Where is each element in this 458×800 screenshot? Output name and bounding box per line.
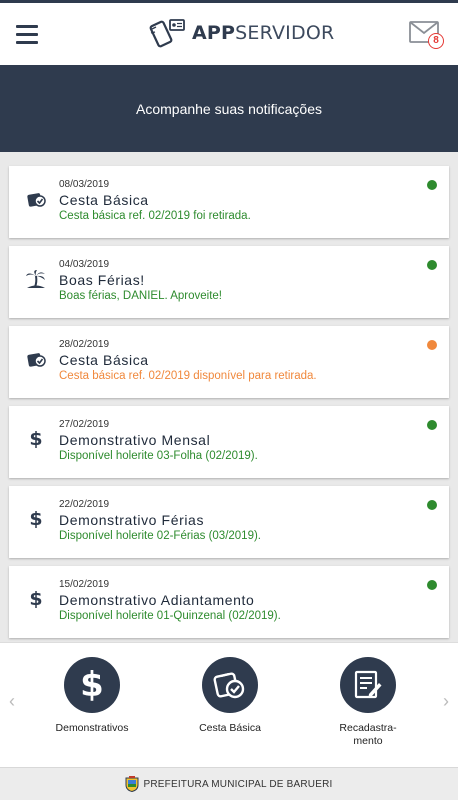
notification-card[interactable]: $ 22/02/2019 Demonstrativo Férias Dispon… <box>9 486 449 558</box>
notification-message: Disponível holerite 02-Férias (03/2019). <box>59 530 261 542</box>
basket-check-icon <box>25 348 47 370</box>
phone-badge-icon <box>149 19 185 48</box>
dollar-icon: $ <box>64 657 120 713</box>
shortcut-label: Cesta Básica <box>199 722 261 734</box>
app-logo-text: APPSERVIDOR <box>192 22 334 44</box>
notification-title: Demonstrativo Adiantamento <box>59 592 255 608</box>
menu-bar-icon <box>16 25 38 28</box>
notification-title: Demonstrativo Mensal <box>59 432 211 448</box>
notification-message: Boas férias, DANIEL. Aproveite! <box>59 290 222 302</box>
app-header: APPSERVIDOR 8 <box>0 3 458 65</box>
notification-date: 27/02/2019 <box>59 419 110 430</box>
notification-title: Boas Férias! <box>59 272 145 288</box>
shortcut-label: Demonstrativos <box>55 722 129 734</box>
shortcuts-carousel: ‹ $ Demonstrativos Cesta Básica Recadast… <box>0 642 458 767</box>
shortcut-cesta-basica[interactable]: Cesta Básica <box>180 657 280 735</box>
notification-title: Demonstrativo Férias <box>59 512 205 528</box>
banner-title: Acompanhe suas notificações <box>136 100 322 117</box>
status-dot <box>427 580 437 590</box>
shortcut-label: Recadastra-mento <box>318 722 418 748</box>
footer-text: PREFEITURA MUNICIPAL DE BARUERI <box>143 778 333 790</box>
coat-of-arms-icon <box>125 776 139 792</box>
hamburger-menu-button[interactable] <box>16 25 38 44</box>
notification-date: 28/02/2019 <box>59 339 110 350</box>
form-edit-icon <box>340 657 396 713</box>
unread-count-badge: 8 <box>428 33 444 49</box>
basket-check-icon <box>25 188 47 210</box>
notification-date: 08/03/2019 <box>59 179 110 190</box>
notification-list: 08/03/2019 Cesta Básica Cesta básica ref… <box>9 166 449 646</box>
notification-card[interactable]: $ 15/02/2019 Demonstrativo Adiantamento … <box>9 566 449 638</box>
dollar-icon: $ <box>29 588 43 610</box>
shortcut-recadastramento[interactable]: Recadastra-mento <box>318 657 418 748</box>
basket-check-icon <box>202 657 258 713</box>
shortcut-label-line2: mento <box>353 735 383 747</box>
dollar-icon: $ <box>29 508 43 530</box>
notification-message: Cesta básica ref. 02/2019 disponível par… <box>59 370 317 382</box>
status-dot <box>427 500 437 510</box>
menu-bar-icon <box>16 41 38 44</box>
dollar-icon: $ <box>29 428 43 450</box>
notification-card[interactable]: $ 27/02/2019 Demonstrativo Mensal Dispon… <box>9 406 449 478</box>
status-dot <box>427 180 437 190</box>
notification-date: 22/02/2019 <box>59 499 110 510</box>
notification-message: Disponível holerite 01-Quinzenal (02/201… <box>59 610 281 622</box>
notification-card[interactable]: 08/03/2019 Cesta Básica Cesta básica ref… <box>9 166 449 238</box>
notification-message: Cesta básica ref. 02/2019 foi retirada. <box>59 210 251 222</box>
notification-title: Cesta Básica <box>59 192 149 208</box>
messages-button[interactable]: 8 <box>409 21 445 51</box>
status-dot <box>427 420 437 430</box>
menu-bar-icon <box>16 33 38 36</box>
notification-card[interactable]: 04/03/2019 Boas Férias! Boas férias, DAN… <box>9 246 449 318</box>
notification-card[interactable]: 28/02/2019 Cesta Básica Cesta básica ref… <box>9 326 449 398</box>
palm-tree-icon <box>25 268 47 290</box>
notifications-banner: Acompanhe suas notificações <box>0 65 458 152</box>
status-dot <box>427 340 437 350</box>
footer: PREFEITURA MUNICIPAL DE BARUERI <box>0 767 458 800</box>
notification-date: 04/03/2019 <box>59 259 110 270</box>
notification-date: 15/02/2019 <box>59 579 110 590</box>
shortcut-demonstrativos[interactable]: $ Demonstrativos <box>42 657 142 735</box>
notification-title: Cesta Básica <box>59 352 149 368</box>
shortcut-label-line1: Recadastra- <box>339 722 397 734</box>
logo-text-bold: APP <box>192 22 236 44</box>
notification-message: Disponível holerite 03-Folha (02/2019). <box>59 450 258 462</box>
logo-text-light: SERVIDOR <box>235 22 335 44</box>
carousel-prev-button[interactable]: ‹ <box>9 691 15 712</box>
status-dot <box>427 260 437 270</box>
app-logo: APPSERVIDOR <box>148 16 334 50</box>
carousel-next-button[interactable]: › <box>443 691 449 712</box>
